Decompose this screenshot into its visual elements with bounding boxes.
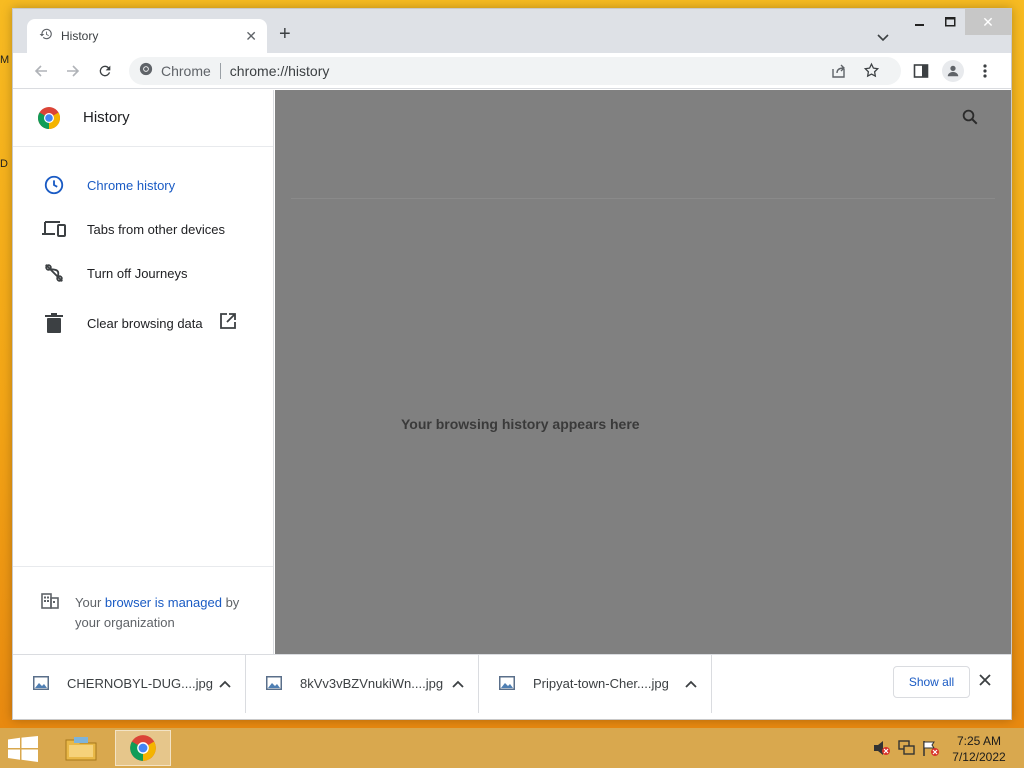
action-center-flag-icon[interactable] bbox=[922, 740, 940, 761]
clock-time: 7:25 AM bbox=[956, 734, 1002, 748]
desktop-icon-edge: M bbox=[0, 54, 10, 66]
tab-strip: History ✕ + ✕ bbox=[13, 9, 1011, 53]
share-icon[interactable] bbox=[831, 63, 847, 84]
open-in-new-icon bbox=[219, 312, 237, 335]
omnibox-url: chrome://history bbox=[229, 63, 330, 79]
profile-avatar-icon[interactable] bbox=[942, 60, 964, 82]
omnibox-site-label: Chrome bbox=[161, 63, 211, 79]
image-file-icon bbox=[33, 676, 49, 695]
chrome-taskbar-icon[interactable] bbox=[115, 730, 171, 766]
download-shelf: CHERNOBYL-DUG....jpg 8kVv3vBZVnukiWn....… bbox=[13, 654, 1011, 713]
sidebar-item-chrome-history[interactable]: Chrome history bbox=[13, 165, 273, 205]
sidebar-item-label: Tabs from other devices bbox=[87, 221, 226, 237]
clock-date: 7/12/2022 bbox=[952, 750, 1006, 764]
managed-text: Your browser is managed by your organiza… bbox=[75, 593, 255, 633]
download-item[interactable]: Pripyat-town-Cher....jpg bbox=[479, 655, 712, 713]
history-icon bbox=[39, 27, 53, 46]
back-icon[interactable] bbox=[31, 61, 51, 81]
history-sidebar: History Chrome history Tabs from other d… bbox=[13, 90, 274, 654]
download-item[interactable]: CHERNOBYL-DUG....jpg bbox=[13, 655, 246, 713]
volume-muted-icon[interactable] bbox=[873, 740, 891, 761]
sidebar-item-label: Turn off Journeys bbox=[87, 265, 188, 281]
sidebar-item-tabs-other-devices[interactable]: Tabs from other devices bbox=[13, 209, 273, 249]
download-filename: CHERNOBYL-DUG....jpg bbox=[67, 676, 213, 691]
close-window-icon[interactable]: ✕ bbox=[965, 9, 1011, 35]
journeys-off-icon bbox=[41, 260, 67, 286]
managed-link[interactable]: browser is managed bbox=[105, 595, 222, 610]
windows-start-icon[interactable] bbox=[8, 736, 38, 767]
main-divider bbox=[291, 198, 995, 199]
devices-icon bbox=[41, 216, 67, 242]
image-file-icon bbox=[266, 676, 282, 695]
minimize-icon[interactable] bbox=[905, 9, 935, 35]
file-explorer-icon[interactable] bbox=[53, 730, 109, 766]
omnibox-separator bbox=[219, 63, 221, 79]
network-icon[interactable] bbox=[898, 740, 916, 761]
desktop-icon-edge: D bbox=[0, 158, 8, 170]
trash-icon bbox=[41, 310, 67, 336]
download-filename: 8kVv3vBZVnukiWn....jpg bbox=[300, 676, 444, 691]
managed-prefix: Your bbox=[75, 595, 105, 610]
tab-history[interactable]: History ✕ bbox=[27, 19, 267, 53]
side-panel-icon[interactable] bbox=[911, 61, 931, 81]
empty-history-message: Your browsing history appears here bbox=[401, 416, 640, 432]
toolbar: Chrome chrome://history bbox=[13, 53, 1011, 89]
forward-icon[interactable] bbox=[63, 61, 83, 81]
browser-window: History ✕ + ✕ Chrome chrome://history Hi… bbox=[12, 8, 1012, 720]
download-filename: Pripyat-town-Cher....jpg bbox=[533, 676, 669, 691]
image-file-icon bbox=[499, 676, 515, 695]
maximize-icon[interactable] bbox=[935, 9, 965, 35]
chrome-site-icon bbox=[139, 62, 153, 81]
tab-close-icon[interactable]: ✕ bbox=[245, 28, 257, 45]
sidebar-item-label: Chrome history bbox=[87, 177, 176, 193]
sidebar-title: History bbox=[83, 109, 130, 126]
taskbar: 7:25 AM 7/12/2022 bbox=[0, 728, 1024, 768]
taskbar-clock[interactable]: 7:25 AM 7/12/2022 bbox=[946, 733, 1012, 765]
building-icon bbox=[41, 593, 59, 614]
sidebar-item-clear-browsing-data[interactable]: Clear browsing data bbox=[13, 303, 273, 343]
chrome-logo-icon bbox=[37, 106, 61, 130]
managed-notice: Your browser is managed by your organiza… bbox=[13, 566, 273, 654]
bookmark-star-icon[interactable] bbox=[863, 62, 880, 84]
reload-icon[interactable] bbox=[95, 61, 115, 81]
show-all-button[interactable]: Show all bbox=[893, 666, 970, 698]
kebab-menu-icon[interactable] bbox=[975, 61, 995, 81]
search-icon[interactable] bbox=[961, 108, 979, 131]
close-shelf-icon[interactable] bbox=[979, 673, 991, 691]
tab-search-chevron-icon[interactable] bbox=[877, 29, 889, 47]
sidebar-item-label: Clear browsing data bbox=[87, 315, 203, 331]
tab-title: History bbox=[61, 29, 99, 43]
clock-icon bbox=[41, 172, 67, 198]
new-tab-icon[interactable]: + bbox=[279, 24, 291, 44]
omnibox[interactable]: Chrome chrome://history bbox=[129, 57, 901, 85]
chevron-up-icon[interactable] bbox=[219, 675, 231, 693]
history-main-area: Your browsing history appears here bbox=[275, 90, 1011, 654]
sidebar-header: History bbox=[13, 90, 273, 147]
chevron-up-icon[interactable] bbox=[452, 675, 464, 693]
download-item[interactable]: 8kVv3vBZVnukiWn....jpg bbox=[246, 655, 479, 713]
chevron-up-icon[interactable] bbox=[685, 675, 697, 693]
sidebar-item-turn-off-journeys[interactable]: Turn off Journeys bbox=[13, 253, 273, 293]
